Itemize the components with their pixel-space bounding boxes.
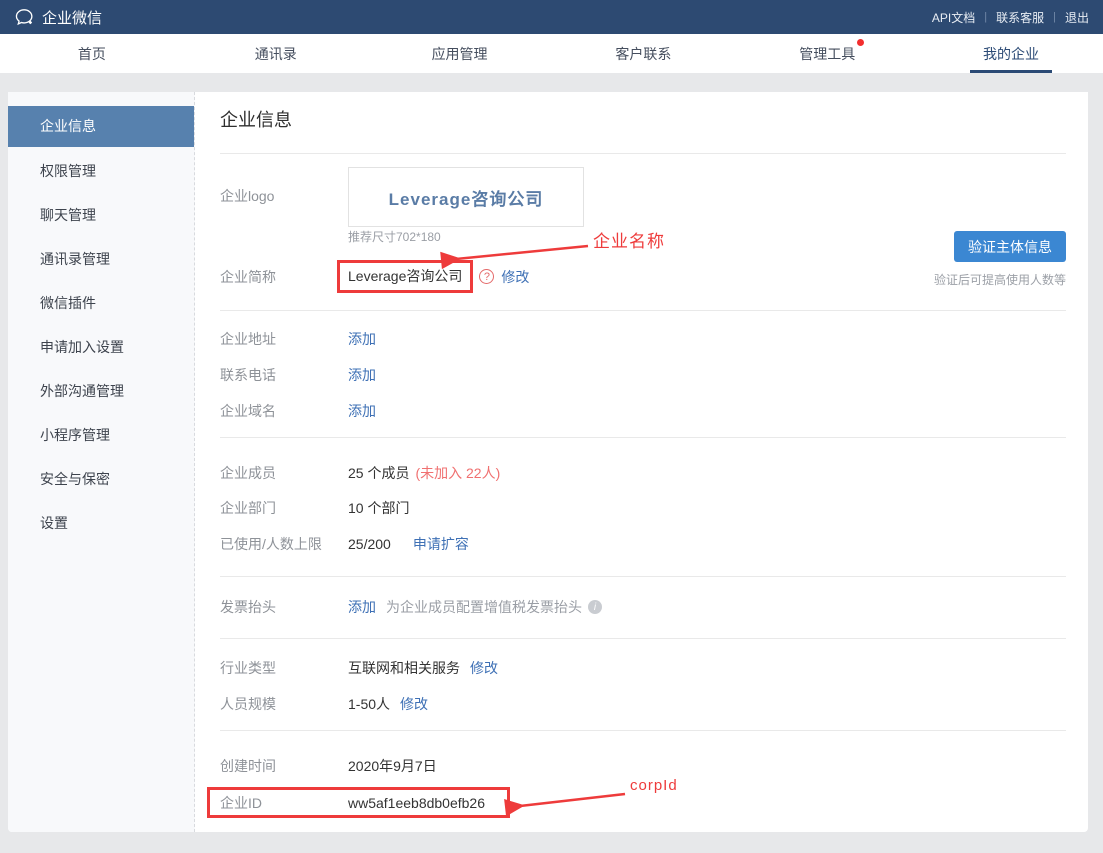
shortname-edit-link[interactable]: 修改: [501, 267, 529, 287]
sidebar-item-miniprogram[interactable]: 小程序管理: [8, 415, 194, 455]
nav-item-my-company[interactable]: 我的企业: [919, 34, 1103, 73]
contact-support-link[interactable]: 联系客服: [996, 9, 1044, 26]
divider: [220, 310, 1066, 311]
nav-item-home[interactable]: 首页: [0, 34, 184, 73]
domain-add-link[interactable]: 添加: [348, 401, 376, 421]
invoice-desc: 为企业成员配置增值税发票抬头: [386, 599, 582, 615]
created-value: 2020年9月7日: [348, 758, 437, 774]
wecom-admin-page: 企业微信 API文档 | 联系客服 | 退出 首页 通讯录 应用管理 客户联系 …: [0, 0, 1103, 853]
expand-capacity-link[interactable]: 申请扩容: [413, 534, 469, 554]
departments-row: 企业部门 10 个部门: [220, 500, 410, 516]
sidebar-item-contacts-mgmt[interactable]: 通讯录管理: [8, 239, 194, 279]
content-panel: 企业信息 权限管理 聊天管理 通讯录管理 微信插件 申请加入设置 外部沟通管理 …: [8, 92, 1088, 832]
phone-add-link[interactable]: 添加: [348, 365, 376, 385]
members-row: 企业成员 25 个成员 (未加入 22人): [220, 465, 501, 481]
sidebar-item-chat-mgmt[interactable]: 聊天管理: [8, 195, 194, 235]
divider: [220, 730, 1066, 731]
api-docs-link[interactable]: API文档: [932, 9, 975, 26]
corpid-value: ww5af1eeb8db0efb26: [348, 794, 486, 811]
help-icon[interactable]: ?: [479, 269, 495, 284]
logo-label: 企业logo: [220, 188, 275, 204]
main-nav: 首页 通讯录 应用管理 客户联系 管理工具 我的企业: [0, 34, 1103, 73]
industry-value: 互联网和相关服务: [348, 660, 460, 676]
logout-link[interactable]: 退出: [1065, 9, 1089, 26]
members-not-joined: (未加入 22人): [415, 465, 501, 481]
usage-row: 已使用/人数上限 25/200 申请扩容: [220, 534, 469, 554]
usage-value: 25/200: [348, 536, 391, 552]
nav-item-tools[interactable]: 管理工具: [735, 34, 919, 73]
divider: [220, 576, 1066, 577]
divider: [220, 153, 1066, 154]
address-row: 企业地址 添加: [220, 329, 376, 349]
sidebar-item-settings[interactable]: 设置: [8, 503, 194, 543]
separator: |: [984, 11, 988, 23]
brand[interactable]: 企业微信: [14, 7, 102, 28]
annotation-arrow-icon: [440, 244, 589, 270]
page-title: 企业信息: [220, 110, 292, 130]
invoice-add-link[interactable]: 添加: [348, 597, 376, 617]
main-area: 企业信息 企业logo Leverage咨询公司 推荐尺寸702*180 验证主…: [195, 92, 1088, 832]
nav-item-customers[interactable]: 客户联系: [551, 34, 735, 73]
sidebar-item-security[interactable]: 安全与保密: [8, 459, 194, 499]
verify-hint: 验证后可提高使用人数等: [933, 273, 1066, 287]
domain-row: 企业域名 添加: [220, 401, 376, 421]
phone-row: 联系电话 添加: [220, 365, 376, 385]
logo-size-hint: 推荐尺寸702*180: [348, 230, 441, 244]
notification-dot-icon: [857, 38, 865, 46]
scale-value: 1-50人: [348, 696, 391, 712]
separator: |: [1053, 11, 1056, 23]
scale-row: 人员规模 1-50人 修改: [220, 694, 429, 714]
sidebar-item-wechat-plugin[interactable]: 微信插件: [8, 283, 194, 323]
departments-count: 10 个部门: [348, 500, 410, 516]
created-row: 创建时间 2020年9月7日: [220, 758, 437, 774]
corpid-row-highlight: 企业ID ww5af1eeb8db0efb26 corpId: [207, 777, 677, 818]
scale-edit-link[interactable]: 修改: [400, 694, 428, 714]
brand-name: 企业微信: [42, 9, 103, 27]
nav-item-contacts[interactable]: 通讯录: [184, 34, 368, 73]
divider: [220, 638, 1066, 639]
sidebar: 企业信息 权限管理 聊天管理 通讯录管理 微信插件 申请加入设置 外部沟通管理 …: [8, 92, 195, 832]
company-logo-text: Leverage咨询公司: [388, 189, 544, 209]
sidebar-item-company-info[interactable]: 企业信息: [8, 106, 194, 147]
sidebar-item-join-settings[interactable]: 申请加入设置: [8, 327, 194, 367]
annotation-company-name: 企业名称: [593, 232, 665, 251]
annotation-arrow-icon: [504, 792, 626, 817]
shortname-label: 企业简称: [220, 268, 276, 285]
topbar: 企业微信 API文档 | 联系客服 | 退出: [0, 0, 1103, 34]
industry-edit-link[interactable]: 修改: [470, 658, 498, 678]
address-add-link[interactable]: 添加: [348, 329, 376, 349]
members-count: 25 个成员: [348, 465, 410, 481]
corpid-label: 企业ID: [220, 794, 262, 811]
topbar-links: API文档 | 联系客服 | 退出: [932, 9, 1089, 26]
logo-row: 企业logo: [220, 186, 348, 206]
nav-item-apps[interactable]: 应用管理: [368, 34, 552, 73]
verify-entity-button[interactable]: 验证主体信息: [954, 231, 1066, 262]
sidebar-item-external-comm[interactable]: 外部沟通管理: [8, 371, 194, 411]
wecom-logo-icon: [14, 7, 35, 28]
shortname-row: 企业简称 Leverage咨询公司 ? 修改 企业名称: [220, 232, 664, 293]
info-icon[interactable]: i: [588, 600, 602, 614]
sidebar-item-permissions[interactable]: 权限管理: [8, 151, 194, 191]
invoice-row: 发票抬头 添加 为企业成员配置增值税发票抬头 i: [220, 597, 602, 617]
company-logo-upload[interactable]: Leverage咨询公司: [348, 167, 584, 227]
industry-row: 行业类型 互联网和相关服务 修改: [220, 658, 498, 678]
divider: [220, 437, 1066, 438]
